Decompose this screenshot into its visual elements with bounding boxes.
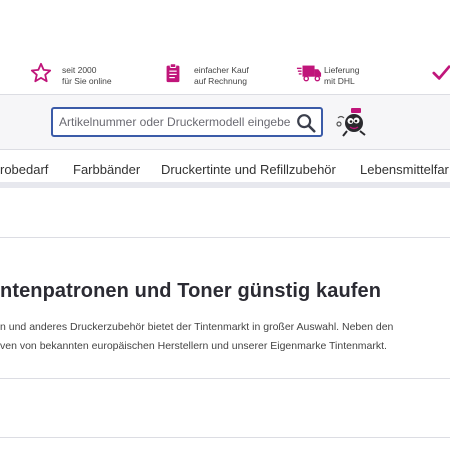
intro-text: n und anderes Druckerzubehör bietet der … — [0, 318, 450, 356]
category-nav: robedarf Farbbänder Druckertinte und Ref… — [0, 150, 450, 188]
mascot-icon[interactable] — [334, 104, 368, 138]
intro-line: ven von bekannten europäischen Herstelle… — [0, 340, 387, 352]
usp-line2: mit DHL — [324, 76, 355, 86]
search-box — [51, 107, 323, 137]
usp-line1: seit 2000 — [62, 65, 97, 75]
intro-line: n und anderes Druckerzubehör bietet der … — [0, 321, 394, 333]
nav-item-lebensmittelfarbe[interactable]: Lebensmittelfar — [360, 162, 449, 177]
usp-item-since-2000: seit 2000 für Sie online — [30, 62, 112, 87]
search-icon[interactable] — [295, 112, 317, 134]
usp-line2: für Sie online — [62, 76, 112, 86]
nav-item-farbbaender[interactable]: Farbbänder — [73, 162, 140, 177]
search-input[interactable] — [59, 114, 291, 130]
usp-line1: Lieferung — [324, 65, 360, 75]
star-icon — [30, 62, 52, 83]
clipboard-icon — [166, 63, 180, 83]
delivery-truck-icon — [296, 65, 322, 82]
search-header — [0, 94, 450, 150]
usp-item-check — [432, 62, 450, 84]
usp-item-invoice: einfacher Kauf auf Rechnung — [162, 62, 249, 87]
section-divider — [0, 437, 450, 438]
usp-bar: seit 2000 für Sie online einfacher Kauf … — [0, 0, 450, 94]
nav-item-druckertinte[interactable]: Druckertinte und Refillzubehör — [161, 162, 336, 177]
section-divider — [0, 378, 450, 379]
usp-item-dhl: Lieferung mit DHL — [296, 62, 359, 87]
usp-line2: auf Rechnung — [194, 76, 247, 86]
usp-line1: einfacher Kauf — [194, 65, 249, 75]
page-title: ntenpatronen und Toner günstig kaufen — [0, 280, 382, 302]
section-divider — [0, 237, 450, 238]
checkmark-icon — [432, 65, 450, 80]
nav-item-buerobedarf[interactable]: robedarf — [0, 162, 48, 177]
